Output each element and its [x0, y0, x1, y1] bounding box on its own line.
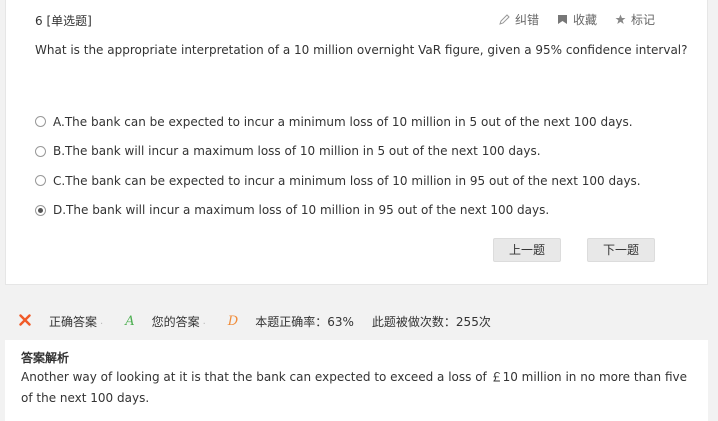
accuracy-rate: 本题正确率：63% — [255, 314, 354, 329]
your-answer-value: D — [227, 313, 239, 329]
question-number: 6 [单选题] — [35, 14, 92, 28]
report-error-button[interactable]: 纠错 — [499, 11, 539, 28]
question-card: 6 [单选题] 纠错 收藏 标记 What is the appropriate… — [5, 0, 708, 285]
question-text: What is the appropriate interpretation o… — [35, 43, 688, 57]
star-icon — [615, 14, 626, 25]
radio-d[interactable] — [35, 204, 46, 216]
mark-button[interactable]: 标记 — [615, 11, 655, 28]
radio-a[interactable] — [35, 116, 46, 128]
result-bar: 正确答案 . A 您的答案 . D 本题正确率：63% 此题被做次数：255次 — [5, 309, 708, 333]
option-a-label: A.The bank can be expected to incur a mi… — [53, 114, 633, 129]
option-a[interactable]: A.The bank can be expected to incur a mi… — [35, 107, 641, 137]
mark-label: 标记 — [630, 13, 655, 27]
radio-c[interactable] — [35, 175, 46, 187]
pencil-icon — [499, 14, 510, 25]
favorite-button[interactable]: 收藏 — [557, 11, 597, 28]
correct-answer-value: A — [125, 313, 135, 329]
your-answer-label: 您的答案 — [151, 314, 200, 329]
option-d[interactable]: D.The bank will incur a maximum loss of … — [35, 196, 641, 226]
question-toolbar: 纠错 收藏 标记 — [499, 11, 655, 28]
next-question-button[interactable]: 下一题 — [587, 238, 655, 262]
bookmark-icon — [557, 14, 568, 25]
option-c-label: C.The bank can be expected to incur a mi… — [53, 173, 641, 188]
analysis-panel: 答案解析 Another way of looking at it is tha… — [5, 340, 708, 421]
radio-b[interactable] — [35, 145, 46, 157]
options-list: A.The bank can be expected to incur a mi… — [35, 107, 641, 225]
wrong-x-icon — [19, 313, 31, 329]
analysis-text: Another way of looking at it is that the… — [21, 370, 687, 405]
report-error-label: 纠错 — [514, 13, 539, 27]
option-c[interactable]: C.The bank can be expected to incur a mi… — [35, 166, 641, 196]
option-b-label: B.The bank will incur a maximum loss of … — [53, 144, 541, 159]
option-b[interactable]: B.The bank will incur a maximum loss of … — [35, 137, 641, 167]
analysis-title: 答案解析 — [21, 351, 70, 365]
correct-answer-label: 正确答案 — [49, 314, 98, 329]
favorite-label: 收藏 — [572, 13, 597, 27]
prev-question-button[interactable]: 上一题 — [493, 238, 561, 262]
option-d-label: D.The bank will incur a maximum loss of … — [53, 203, 550, 218]
attempt-count: 此题被做次数：255次 — [371, 314, 491, 329]
